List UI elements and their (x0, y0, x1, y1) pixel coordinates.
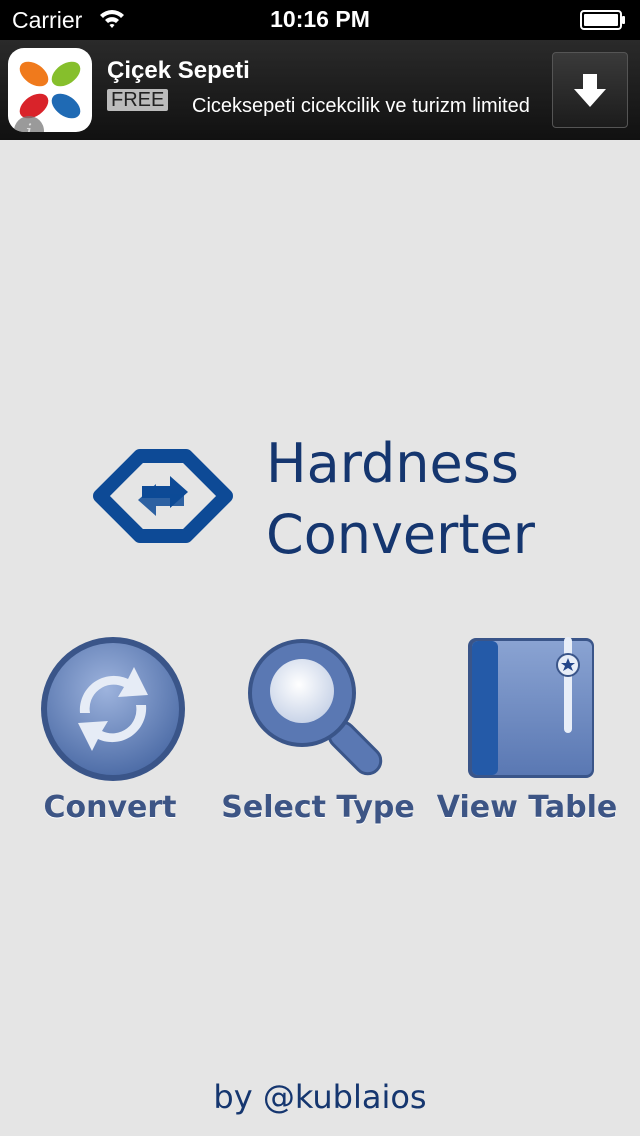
book-icon (468, 637, 594, 778)
download-button[interactable] (552, 52, 628, 128)
status-bar: Carrier 10:16 PM (0, 0, 640, 40)
app-title: Hardness Converter (266, 428, 535, 570)
app-logo-icon (93, 449, 233, 543)
view-table-label[interactable]: View Table (427, 790, 627, 825)
convert-button[interactable] (22, 635, 212, 785)
clock: 10:16 PM (270, 6, 370, 32)
author-credit: by @kublaios (213, 1078, 427, 1116)
view-table-button[interactable] (440, 635, 630, 785)
app-title-line-2: Converter (266, 503, 535, 566)
ad-title: Çiçek Sepeti (107, 57, 250, 84)
ad-app-icon[interactable]: i (8, 48, 92, 132)
battery-icon (580, 10, 625, 30)
ad-description: Ciceksepeti cicekcilik ve turizm limited (192, 95, 530, 117)
magnifier-icon (248, 639, 383, 776)
refresh-icon (41, 637, 185, 781)
select-type-label[interactable]: Select Type (218, 790, 418, 825)
download-arrow-icon (574, 74, 606, 107)
ad-banner[interactable]: i Çiçek Sepeti FREE Ciceksepeti cicekcil… (0, 40, 640, 140)
select-type-button[interactable] (222, 635, 412, 785)
app-title-line-1: Hardness (266, 432, 519, 495)
free-badge: FREE (107, 89, 169, 111)
convert-label[interactable]: Convert (10, 790, 210, 825)
